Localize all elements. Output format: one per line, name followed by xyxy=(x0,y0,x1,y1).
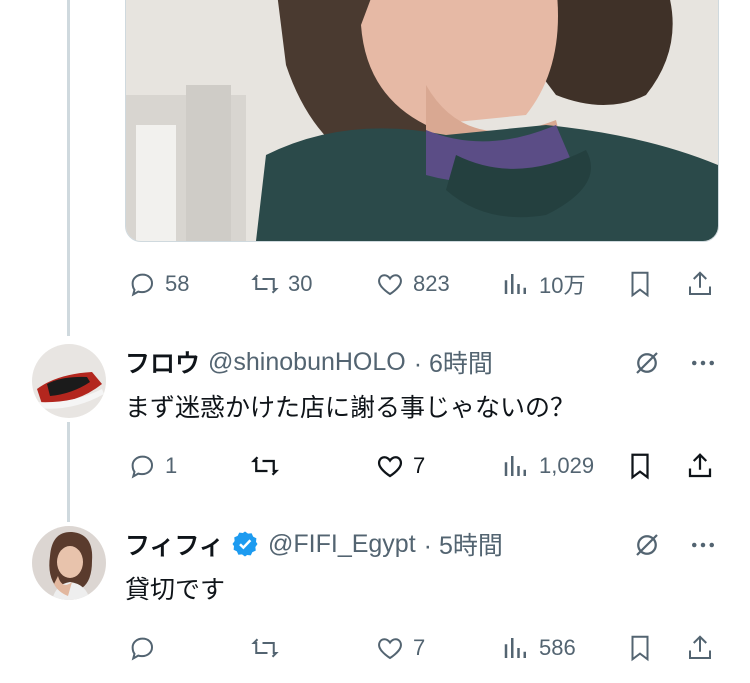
reply-count: 58 xyxy=(165,271,190,296)
share-icon xyxy=(689,271,711,295)
retweet-button[interactable] xyxy=(250,628,288,668)
grok-icon[interactable] xyxy=(630,346,664,380)
thread-connector-line xyxy=(67,422,70,522)
reply-header: フロウ @shinobunHOLO · 6時間 xyxy=(125,344,493,380)
bookmark-icon xyxy=(631,271,649,298)
more-options-icon[interactable] xyxy=(686,346,720,380)
verified-badge-icon xyxy=(230,529,260,559)
reply-icon xyxy=(131,455,154,479)
user-handle[interactable]: @FIFI_Egypt xyxy=(268,530,416,559)
photo-illustration xyxy=(126,0,718,241)
thread-connector-line xyxy=(67,0,70,336)
bookmark-icon xyxy=(631,635,649,662)
reply-top-icons xyxy=(630,346,720,380)
retweet-button[interactable]: 30 xyxy=(250,264,312,304)
views-count: 1,029 xyxy=(539,453,595,478)
bookmark-button[interactable] xyxy=(625,446,655,486)
retweet-icon xyxy=(251,638,279,658)
avatar[interactable] xyxy=(32,344,106,418)
like-button[interactable]: 7 xyxy=(375,446,425,486)
views-chart-icon xyxy=(504,274,526,294)
like-button[interactable]: 823 xyxy=(375,264,450,304)
share-icon xyxy=(688,453,712,478)
views-button[interactable]: 586 xyxy=(501,628,576,668)
heart-icon xyxy=(377,456,403,478)
display-name[interactable]: フロウ xyxy=(125,344,200,380)
share-button[interactable] xyxy=(685,264,715,304)
reply-button[interactable]: 58 xyxy=(127,264,189,304)
like-count: 7 xyxy=(413,635,426,660)
bookmark-icon xyxy=(631,453,649,480)
like-count: 7 xyxy=(413,453,426,478)
retweet-icon xyxy=(251,274,279,294)
share-icon xyxy=(689,635,711,659)
views-count: 10万 xyxy=(539,273,586,298)
heart-icon xyxy=(378,638,402,660)
share-button[interactable] xyxy=(685,446,715,486)
reply-button[interactable] xyxy=(127,628,165,668)
retweet-icon xyxy=(251,456,279,476)
reply-icon xyxy=(131,637,154,661)
reply-top-icons xyxy=(630,528,720,562)
display-name[interactable]: フィフィ xyxy=(125,526,224,562)
tweet-media-photo[interactable] xyxy=(125,0,719,242)
like-count: 823 xyxy=(413,271,450,296)
retweet-count: 30 xyxy=(288,271,313,296)
views-chart-icon xyxy=(504,638,526,658)
main-tweet-actions: 58 30 823 10万 xyxy=(125,264,725,304)
avatar-portrait-image xyxy=(32,526,106,600)
timestamp[interactable]: · 5時間 xyxy=(424,526,503,562)
views-chart-icon xyxy=(504,456,526,476)
reply-text: まず迷惑かけた店に謝る事じゃないの？ xyxy=(125,394,576,422)
grok-icon[interactable] xyxy=(630,528,664,562)
reply-actions: 1 7 1,029 xyxy=(125,446,725,486)
heart-icon xyxy=(378,274,402,296)
bookmark-button[interactable] xyxy=(625,628,655,668)
more-options-icon[interactable] xyxy=(686,528,720,562)
reply-icon xyxy=(131,273,154,297)
views-count: 586 xyxy=(539,635,576,660)
user-handle[interactable]: @shinobunHOLO xyxy=(208,348,406,377)
share-button[interactable] xyxy=(685,628,715,668)
timestamp[interactable]: · 6時間 xyxy=(414,344,493,380)
views-button[interactable]: 10万 xyxy=(501,264,585,304)
bookmark-button[interactable] xyxy=(625,264,655,304)
reply-actions: 7 586 xyxy=(125,628,725,668)
views-button[interactable]: 1,029 xyxy=(501,446,594,486)
reply-header: フィフィ @FIFI_Egypt · 5時間 xyxy=(125,526,503,562)
like-button[interactable]: 7 xyxy=(375,628,425,668)
reply-count: 1 xyxy=(165,453,178,478)
reply-text: 貸切です xyxy=(125,576,226,604)
avatar-sneakers-image xyxy=(32,344,106,418)
retweet-button[interactable] xyxy=(250,446,288,486)
reply-button[interactable]: 1 xyxy=(127,446,177,486)
avatar[interactable] xyxy=(32,526,106,600)
